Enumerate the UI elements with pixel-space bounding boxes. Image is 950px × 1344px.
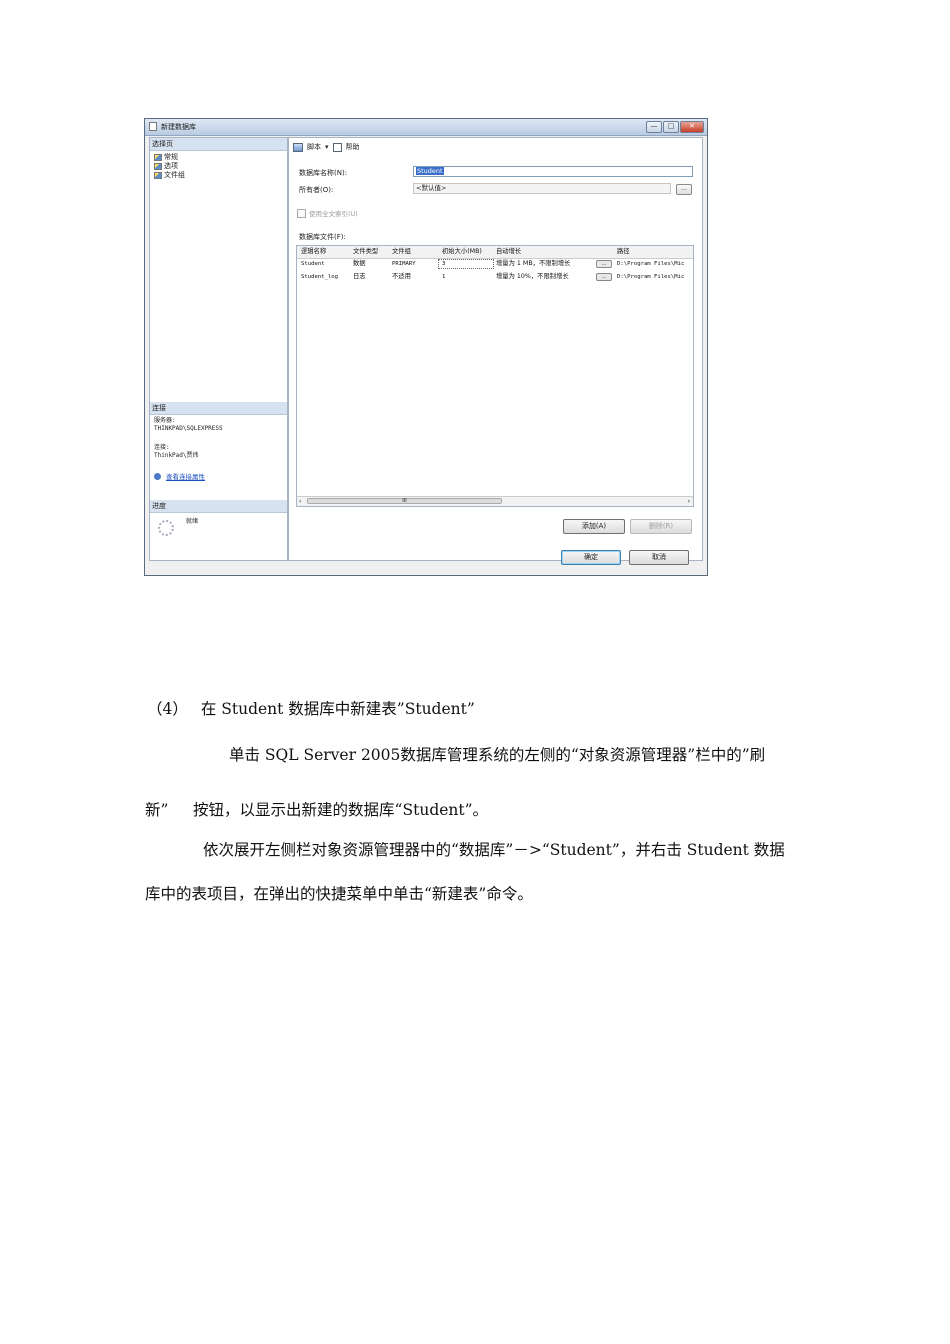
cell: 1	[442, 274, 446, 280]
cell: Student_log	[301, 274, 339, 280]
page-icon	[154, 171, 162, 179]
view-connection-properties-link[interactable]: 查看连接属性	[154, 471, 205, 481]
paragraph-2-line-1: 依次展开左侧栏对象资源管理器中的“数据库”－>“Student”，并右击 Stu…	[203, 841, 785, 859]
step-4-heading: （4） 在 Student 数据库中新建表”Student”	[147, 697, 475, 719]
cell: D:\Program Files\Mic	[617, 261, 685, 267]
progress-header: 进度	[150, 500, 287, 513]
title-bar: 新建数据库 — □ ✕	[145, 119, 707, 136]
db-name-label: 数据库名称(N):	[299, 169, 348, 177]
table-row[interactable]: Student_log 日志 不适用 1 增量为 10%，不限制增长 ... D…	[297, 271, 693, 283]
connection-header: 连接	[150, 402, 287, 415]
page-icon	[154, 153, 162, 161]
progress-spinner-icon	[158, 520, 174, 536]
maximize-button[interactable]: □	[663, 121, 679, 133]
owner-label: 所有者(O):	[299, 186, 334, 194]
server-value: THINKPAD\SQLEXPRESS	[154, 425, 223, 432]
col-header: 文件类型	[353, 248, 379, 255]
cell: 不适用	[392, 273, 411, 280]
autogrowth-edit-button[interactable]: ...	[596, 273, 612, 281]
progress-status: 就绪	[186, 518, 199, 525]
page-item-filegroups[interactable]: 文件组	[154, 170, 185, 180]
script-button[interactable]: 脚本	[307, 142, 321, 152]
minimize-button[interactable]: —	[646, 121, 662, 133]
add-button[interactable]: 添加(A)	[563, 519, 625, 534]
paragraph-1-line-2: 新” 按钮，以显示出新建的数据库“Student”。	[145, 801, 489, 819]
cell: 增量为 1 MB，不限制增长	[496, 260, 571, 267]
connection-label: 连接:	[154, 444, 170, 451]
initial-size-input[interactable]	[438, 259, 494, 269]
toolbar: 脚本 ▾ 帮助	[293, 142, 360, 152]
db-files-label: 数据库文件(F):	[299, 233, 346, 241]
col-header: 逻辑名称	[301, 248, 327, 255]
cell: PRIMARY	[392, 261, 416, 267]
scroll-thumb[interactable]: III	[307, 498, 502, 504]
fulltext-checkbox[interactable]: 使用全文索引(U)	[297, 208, 358, 218]
scroll-left-icon[interactable]: ‹	[299, 497, 301, 506]
horizontal-scrollbar[interactable]: ‹ III ›	[297, 496, 693, 506]
cell: 3	[442, 261, 446, 267]
close-button[interactable]: ✕	[680, 121, 704, 133]
cell: D:\Program Files\Mic	[617, 274, 685, 280]
database-files-grid: 逻辑名称 文件类型 文件组 初始大小(MB) 自动增长 路径 Student 数…	[296, 245, 694, 507]
table-row[interactable]: Student 数据 PRIMARY 3 增量为 1 MB，不限制增长 ... …	[297, 258, 693, 270]
step-text: 在 Student 数据库中新建表”Student”	[200, 700, 475, 718]
script-dropdown-icon[interactable]: ▾	[325, 143, 329, 151]
paragraph-2-line-2: 库中的表项目，在弹出的快捷菜单中单击“新建表”命令。	[145, 885, 533, 903]
cell: Student	[301, 261, 325, 267]
cell: 日志	[353, 273, 366, 280]
script-icon	[293, 142, 303, 152]
connection-value: ThinkPad\贾炜	[154, 452, 199, 459]
page-label: 文件组	[164, 171, 185, 179]
scroll-right-icon[interactable]: ›	[688, 497, 690, 506]
col-header: 初始大小(MB)	[442, 248, 482, 255]
col-header: 路径	[617, 248, 630, 255]
ok-button[interactable]: 确定	[561, 550, 621, 565]
paragraph-1-line-1: 单击 SQL Server 2005数据库管理系统的左侧的“对象资源管理器”栏中…	[229, 746, 766, 764]
owner-browse-button[interactable]: ...	[676, 184, 692, 195]
cell: 增量为 10%，不限制增长	[496, 273, 569, 280]
help-icon	[332, 142, 342, 152]
remove-button[interactable]: 删除(R)	[630, 519, 692, 534]
col-header: 文件组	[392, 248, 411, 255]
page-icon	[154, 162, 162, 170]
link-label: 查看连接属性	[166, 473, 205, 481]
step-number: （4）	[147, 700, 188, 718]
left-pane: 选择页 常规 选项 文件组 连接 服务器: THINKPAD\SQLEXPRES…	[149, 137, 288, 561]
db-name-value: Student	[416, 167, 444, 175]
server-label: 服务器:	[154, 417, 176, 424]
fulltext-label: 使用全文索引(U)	[309, 210, 358, 218]
db-name-input[interactable]: Student	[413, 166, 693, 177]
select-page-header: 选择页	[150, 138, 287, 151]
owner-field: <默认值>	[413, 183, 671, 194]
cancel-button[interactable]: 取消	[629, 550, 689, 565]
help-button[interactable]: 帮助	[346, 142, 360, 152]
autogrowth-edit-button[interactable]: ...	[596, 260, 612, 268]
window-icon	[149, 122, 157, 131]
checkbox-icon	[297, 208, 306, 218]
info-icon	[154, 472, 161, 480]
window-title: 新建数据库	[161, 123, 196, 131]
cell: 数据	[353, 260, 366, 267]
col-header: 自动增长	[496, 248, 522, 255]
